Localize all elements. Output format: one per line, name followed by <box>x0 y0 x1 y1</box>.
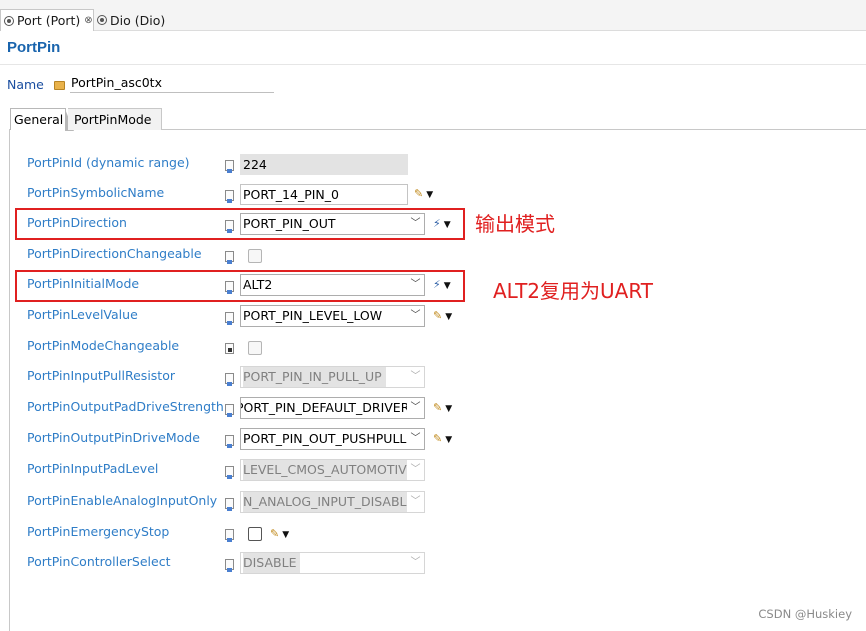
label-portpinoutputpindrivemode: PortPinOutputPinDriveMode <box>27 430 200 445</box>
name-field[interactable] <box>70 73 274 93</box>
parameter-icon <box>225 435 234 448</box>
portpindirectionchangeable-checkbox <box>248 249 262 263</box>
chevron-down-icon: ﹀ <box>407 306 424 326</box>
pencil-icon: ✎ <box>414 187 424 200</box>
symbolicname-actions[interactable]: ✎ ▼ <box>414 187 433 200</box>
label-portpincontrollerselect: PortPinControllerSelect <box>27 554 171 569</box>
tab-port-label: Port (Port) <box>17 13 81 28</box>
folder-icon <box>54 81 65 90</box>
portpininputpadlevel-value: LEVEL_CMOS_AUTOMOTIVE <box>243 460 419 480</box>
chevron-down-icon: ﹀ <box>407 429 424 449</box>
parameter-icon <box>225 373 234 386</box>
portpinoutputpaddrivestrength-select[interactable]: PORT_PIN_DEFAULT_DRIVER ﹀ <box>240 397 425 419</box>
portpinsymbolicname-field[interactable]: PORT_14_PIN_0 <box>240 184 408 205</box>
chevron-down-icon: ﹀ <box>407 460 424 480</box>
chevron-down-icon: ﹀ <box>407 398 424 418</box>
tab-general[interactable]: General <box>10 108 74 131</box>
pencil-icon: ✎ <box>433 401 443 414</box>
pencil-icon: ✎ <box>433 432 443 445</box>
direction-highlight-box <box>15 208 465 240</box>
parameter-icon <box>225 312 234 325</box>
module-icon <box>97 15 107 25</box>
label-portpinid: PortPinId (dynamic range) <box>27 155 190 170</box>
label-portpinoutputpaddrivestrength: PortPinOutputPadDriveStrength <box>27 399 224 414</box>
tab-dio[interactable]: Dio (Dio) <box>95 9 165 31</box>
pencil-icon: ✎ <box>270 527 280 540</box>
tab-portpinmode[interactable]: PortPinMode <box>68 108 162 130</box>
portpinemergencystop-checkbox[interactable] <box>248 527 262 541</box>
pencil-icon: ✎ <box>433 309 443 322</box>
page-title: PortPin <box>7 39 61 56</box>
chevron-down-icon: ▼ <box>426 190 434 200</box>
portpininputpullresistor-select: PORT_PIN_IN_PULL_UP ﹀ <box>240 366 425 388</box>
label-portpindirectionchangeable: PortPinDirectionChangeable <box>27 246 202 261</box>
portpinoutputpaddrivestrength-value: PORT_PIN_DEFAULT_DRIVER <box>240 400 410 415</box>
chevron-down-icon: ▼ <box>445 404 453 414</box>
chevron-down-icon: ﹀ <box>407 553 424 573</box>
portpinoutputpindrivemode-select[interactable]: PORT_PIN_OUT_PUSHPULL ﹀ <box>240 428 425 450</box>
title-divider <box>0 64 866 65</box>
parameter-icon <box>225 160 234 173</box>
levelvalue-actions[interactable]: ✎ ▼ <box>433 309 452 322</box>
label-portpinenableanaloginputonly: PortPinEnableAnalogInputOnly <box>27 493 218 508</box>
parameter-icon <box>225 190 234 203</box>
emergencystop-actions[interactable]: ✎ ▼ <box>270 527 289 540</box>
chevron-down-icon: ▼ <box>445 312 453 322</box>
portpinoutputpindrivemode-value: PORT_PIN_OUT_PUSHPULL <box>243 431 407 446</box>
portpinenableanaloginputonly-select: N_ANALOG_INPUT_DISABLE ﹀ <box>240 491 425 513</box>
tab-port[interactable]: Port (Port) ⊗ <box>0 9 94 31</box>
annotation-output-mode: 输出模式 <box>475 212 555 236</box>
parameter-icon <box>225 466 234 479</box>
portpincontrollerselect-select: DISABLE ﹀ <box>240 552 425 574</box>
annotation-alt2-uart: ALT2复用为UART <box>493 279 653 303</box>
watermark: CSDN @Huskiey <box>758 607 852 621</box>
label-portpinsymbolicname: PortPinSymbolicName <box>27 185 165 200</box>
portpininputpullresistor-value: PORT_PIN_IN_PULL_UP <box>243 367 386 387</box>
parameter-icon <box>225 251 234 264</box>
label-portpinmodechangeable: PortPinModeChangeable <box>27 338 180 353</box>
portpinenableanaloginputonly-value: N_ANALOG_INPUT_DISABLE <box>243 492 419 512</box>
portpinlevelvalue-select[interactable]: PORT_PIN_LEVEL_LOW ﹀ <box>240 305 425 327</box>
parameter-icon <box>225 559 234 572</box>
editor-tab-strip: Port (Port) ⊗ Dio (Dio) <box>0 0 866 31</box>
label-portpininputpadlevel: PortPinInputPadLevel <box>27 461 159 476</box>
chevron-down-icon: ▼ <box>282 530 290 540</box>
drivemode-actions[interactable]: ✎ ▼ <box>433 432 452 445</box>
drivestrength-actions[interactable]: ✎ ▼ <box>433 401 452 414</box>
module-icon <box>4 15 14 26</box>
chevron-down-icon: ﹀ <box>407 367 424 387</box>
parameter-icon <box>225 343 234 354</box>
tab-dio-label: Dio (Dio) <box>110 12 166 28</box>
parameter-icon <box>225 529 234 542</box>
label-portpinlevelvalue: PortPinLevelValue <box>27 307 138 322</box>
label-portpininputpullresistor: PortPinInputPullResistor <box>27 368 175 383</box>
parameter-icon <box>225 498 234 511</box>
initialmode-highlight-box <box>15 270 465 302</box>
portpininputpadlevel-select: LEVEL_CMOS_AUTOMOTIVE ﹀ <box>240 459 425 481</box>
parameter-icon <box>225 404 234 417</box>
portpinmodechangeable-checkbox <box>248 341 262 355</box>
portpinid-field: 224 <box>240 154 408 175</box>
close-icon[interactable]: ⊗ <box>84 15 92 26</box>
portpinlevelvalue-value: PORT_PIN_LEVEL_LOW <box>243 308 383 323</box>
chevron-down-icon: ﹀ <box>407 492 424 512</box>
chevron-down-icon: ▼ <box>445 435 453 445</box>
label-portpinemergencystop: PortPinEmergencyStop <box>27 524 170 539</box>
portpincontrollerselect-value: DISABLE <box>243 553 301 573</box>
name-label: Name <box>7 77 44 92</box>
